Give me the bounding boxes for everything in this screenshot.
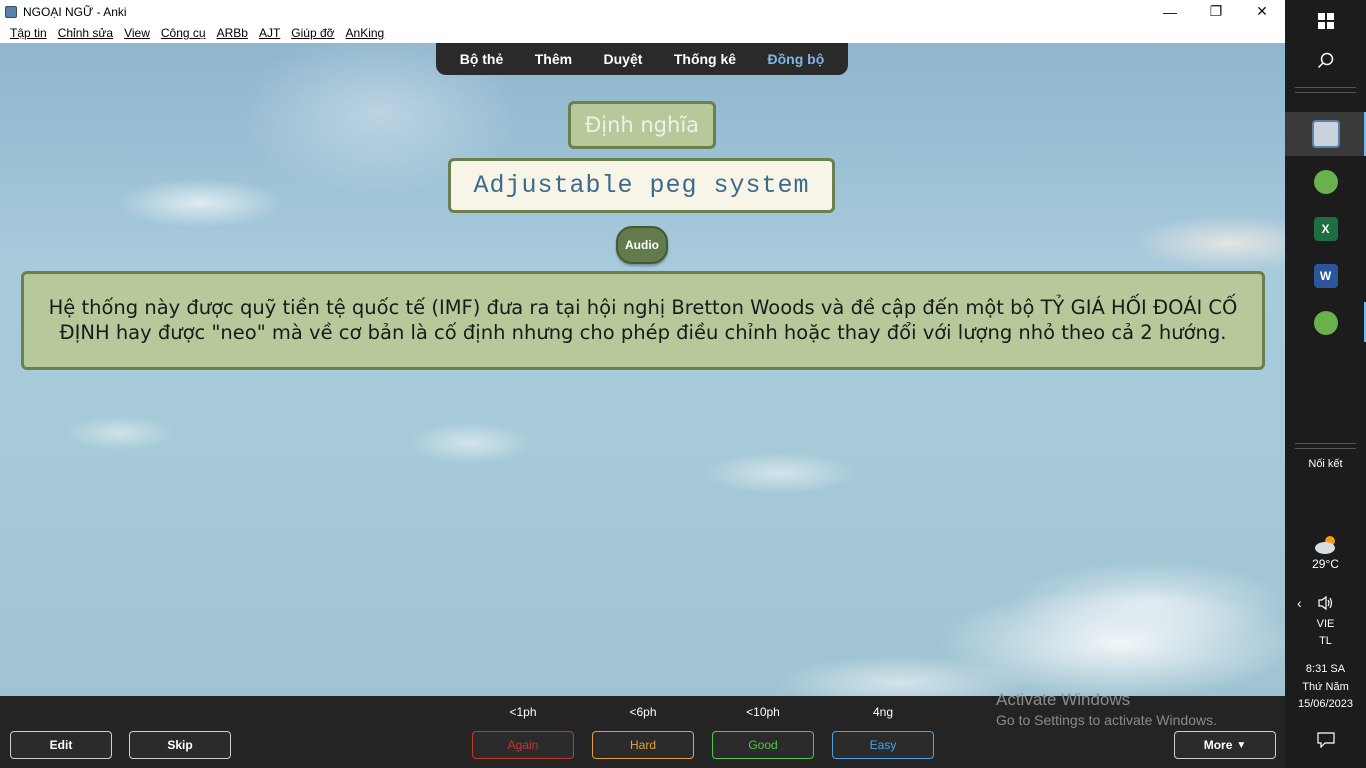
clock-date[interactable]: 15/06/2023 [1285, 698, 1366, 710]
good-interval: <10ph [746, 705, 780, 719]
language-indicator[interactable]: VIE [1285, 618, 1366, 630]
anki-taskbar-app-icon[interactable] [1285, 112, 1366, 156]
easy-interval: 4ng [872, 705, 894, 719]
windows-taskbar: X W Nối kết 29°C ‹ VIE TL 8:31 SA Thứ Nă… [1285, 0, 1366, 768]
easy-button[interactable]: Easy [832, 731, 934, 759]
nav-decks[interactable]: Bộ thẻ [460, 51, 504, 67]
skip-button[interactable]: Skip [129, 731, 231, 759]
temperature[interactable]: 29°C [1285, 557, 1366, 571]
anki-app-icon [5, 5, 17, 18]
windows-start-icon[interactable] [1285, 8, 1366, 34]
again-interval: <1ph [509, 705, 537, 719]
nav-add[interactable]: Thêm [535, 51, 572, 67]
nav-browse[interactable]: Duyệt [604, 51, 643, 67]
watermark-subtitle: Go to Settings to activate Windows. [996, 712, 1217, 728]
word-icon[interactable]: W [1285, 262, 1366, 290]
minimize-button[interactable]: — [1147, 0, 1193, 23]
hard-button[interactable]: Hard [592, 731, 694, 759]
window-title-bar: NGOẠI NGỮ - Anki — ❐ ✕ [0, 0, 1285, 23]
green-app-icon[interactable] [1285, 168, 1366, 196]
excel-icon[interactable]: X [1285, 215, 1366, 243]
card-front-term: Adjustable peg system [448, 158, 835, 213]
audio-button[interactable]: Audio [616, 226, 668, 264]
connect-label[interactable]: Nối kết [1285, 458, 1366, 470]
again-button[interactable]: Again [472, 731, 574, 759]
maximize-button[interactable]: ❐ [1193, 0, 1239, 23]
hard-interval: <6ph [629, 705, 657, 719]
answer-bar: Activate Windows Go to Settings to activ… [0, 690, 1285, 768]
menu-help[interactable]: Giúp đỡ [286, 26, 340, 40]
window-title: NGOẠI NGỮ - Anki [23, 4, 127, 19]
menu-file[interactable]: Tập tin [0, 26, 53, 40]
input-mode-indicator[interactable]: TL [1285, 635, 1366, 647]
menu-view[interactable]: View [119, 26, 156, 40]
menu-ajt[interactable]: AJT [254, 26, 286, 40]
menu-anking[interactable]: AnKing [341, 26, 391, 40]
speaker-icon[interactable] [1317, 594, 1335, 612]
chevron-down-icon: ▼ [1236, 739, 1247, 751]
activate-windows-watermark: Activate Windows Go to Settings to activ… [996, 690, 1217, 728]
clock-weekday[interactable]: Thứ Năm [1285, 681, 1366, 693]
watermark-title: Activate Windows [996, 690, 1131, 709]
close-button[interactable]: ✕ [1239, 0, 1285, 23]
green-app-2-icon[interactable] [1285, 309, 1366, 337]
good-button[interactable]: Good [712, 731, 814, 759]
card-type-label: Định nghĩa [568, 101, 716, 149]
weather-icon[interactable] [1285, 532, 1366, 556]
top-navigation: Bộ thẻ Thêm Duyệt Thống kê Đồng bộ [436, 43, 848, 75]
search-icon[interactable] [1285, 48, 1366, 74]
clock-time[interactable]: 8:31 SA [1285, 663, 1366, 675]
menu-tools[interactable]: Công cụ [156, 26, 212, 40]
edit-button[interactable]: Edit [10, 731, 112, 759]
window-controls: — ❐ ✕ [1147, 0, 1285, 23]
reviewer-area: Bộ thẻ Thêm Duyệt Thống kê Đồng bộ Định … [0, 43, 1285, 696]
more-button[interactable]: More ▼ [1174, 731, 1276, 759]
menu-arbb[interactable]: ARBb [212, 26, 254, 40]
card-back-definition: Hệ thống này được quỹ tiền tệ quốc tế (I… [21, 271, 1265, 370]
notification-icon[interactable] [1285, 730, 1366, 750]
menu-edit[interactable]: Chỉnh sửa [53, 26, 119, 40]
nav-stats[interactable]: Thống kê [674, 51, 736, 67]
nav-sync[interactable]: Đồng bộ [768, 51, 825, 67]
chevron-left-icon[interactable]: ‹ [1297, 595, 1311, 611]
menu-bar: Tập tin Chỉnh sửa View Công cụ ARBb AJT … [0, 23, 1285, 43]
more-label: More [1203, 738, 1233, 752]
